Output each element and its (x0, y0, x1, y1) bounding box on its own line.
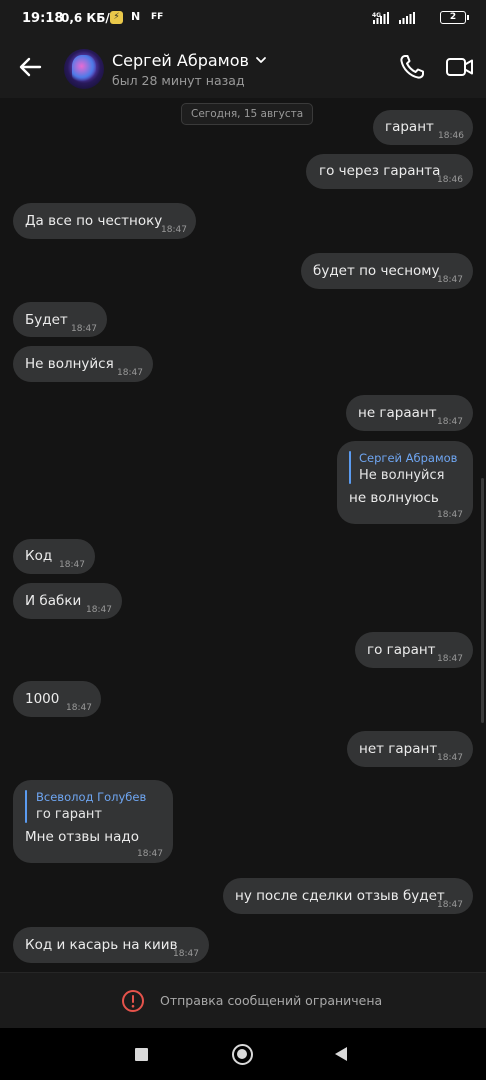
message-text: Код (25, 548, 53, 564)
message-incoming[interactable]: И бабки 18:47 (13, 583, 122, 619)
message-time: 18:47 (437, 753, 463, 763)
message-text: гарант (385, 119, 434, 135)
recents-square-icon[interactable] (135, 1048, 148, 1061)
message-time: 18:47 (437, 417, 463, 427)
battery-icon: 2 (440, 11, 469, 24)
message-outgoing-reply[interactable]: Сергей Абрамов Не волнуйся не волнуюсь 1… (337, 441, 473, 524)
video-camera-icon[interactable] (444, 52, 476, 82)
message-time: 18:47 (71, 324, 97, 334)
message-text: нет гарант (359, 741, 438, 757)
message-outgoing[interactable]: не гараант 18:47 (346, 395, 473, 431)
date-separator: Сегодня, 15 августа (181, 103, 314, 125)
message-outgoing[interactable]: нет гарант 18:47 (347, 731, 473, 767)
message-text: Да все по честноку (25, 213, 163, 229)
message-incoming[interactable]: Код 18:47 (13, 539, 95, 574)
system-nav-bar (0, 1028, 486, 1080)
reply-quoted-text: Не волнуйся (359, 468, 445, 483)
message-text: 1000 (25, 691, 60, 707)
message-text: будет по чесному (313, 263, 440, 279)
home-circle-icon[interactable] (232, 1044, 253, 1065)
message-time: 18:47 (117, 368, 143, 378)
signal-icon: 4G (372, 12, 415, 24)
contact-last-seen: был 28 минут назад (112, 73, 245, 88)
message-time: 18:47 (173, 949, 199, 959)
message-time: 18:47 (161, 225, 187, 235)
message-outgoing[interactable]: будет по чесному 18:47 (301, 253, 473, 289)
status-speed: 0,6 КБ/с (61, 11, 117, 25)
reply-author: Сергей Абрамов (359, 451, 458, 465)
message-text: Не волнуйся (25, 356, 114, 372)
message-time: 18:47 (86, 605, 112, 615)
notification-bolt-icon: ⚡ (110, 11, 123, 24)
reply-accent-bar (25, 790, 27, 823)
signal-type-label: 4G (372, 12, 381, 19)
message-time: 18:47 (59, 560, 85, 570)
message-text: го гарант (367, 642, 436, 658)
message-outgoing[interactable]: гарант 18:46 (373, 110, 473, 145)
message-text: Мне отзвы надо (25, 829, 139, 845)
message-time: 18:46 (437, 175, 463, 185)
message-incoming[interactable]: Будет 18:47 (13, 302, 107, 337)
reply-quoted-text: го гарант (36, 807, 103, 822)
message-text: ну после сделки отзыв будет (235, 888, 445, 904)
messaging-restricted-bar: Отправка сообщений ограничена (0, 972, 486, 1028)
notification-ff-icon: FF (151, 12, 164, 22)
back-triangle-icon[interactable] (335, 1047, 347, 1061)
message-text: И бабки (25, 593, 82, 609)
chat-header: Сергей Абрамов был 28 минут назад (0, 36, 486, 98)
scrollbar-thumb[interactable] (481, 478, 484, 723)
status-bar: 19:18 0,6 КБ/с ⚡ N FF 4G 2 (0, 0, 486, 36)
message-incoming-reply[interactable]: Всеволод Голубев го гарант Мне отзвы над… (13, 780, 173, 863)
message-incoming[interactable]: Код и касарь на киив 18:47 (13, 927, 209, 963)
status-time: 19:18 (22, 11, 64, 26)
message-time: 18:47 (437, 900, 463, 910)
message-text: го через гаранта (319, 163, 441, 179)
message-text: Код и касарь на киив (25, 937, 178, 953)
message-incoming[interactable]: Да все по честноку 18:47 (13, 203, 196, 239)
message-text: Будет (25, 312, 68, 328)
message-time: 18:46 (438, 131, 464, 141)
message-outgoing[interactable]: го через гаранта 18:46 (306, 154, 473, 189)
avatar[interactable] (64, 49, 104, 89)
reply-accent-bar (349, 451, 351, 484)
message-outgoing[interactable]: го гарант 18:47 (355, 632, 473, 668)
chevron-down-icon[interactable] (255, 55, 267, 65)
message-outgoing[interactable]: ну после сделки отзыв будет 18:47 (223, 878, 473, 914)
message-time: 18:47 (437, 510, 463, 520)
message-time: 18:47 (437, 275, 463, 285)
message-incoming[interactable]: Не волнуйся 18:47 (13, 346, 153, 382)
restricted-message-text: Отправка сообщений ограничена (160, 993, 383, 1008)
message-text: не волнуюсь (349, 490, 439, 506)
message-time: 18:47 (437, 654, 463, 664)
message-text: не гараант (358, 405, 437, 421)
phone-icon[interactable] (397, 52, 427, 82)
back-arrow-icon[interactable] (14, 50, 48, 84)
chat-messages[interactable]: Сегодня, 15 августа гарант 18:46 го чере… (0, 98, 486, 972)
reply-author: Всеволод Голубев (36, 790, 147, 804)
message-time: 18:47 (66, 703, 92, 713)
message-incoming[interactable]: 1000 18:47 (13, 681, 101, 717)
message-time: 18:47 (137, 849, 163, 859)
warning-icon (122, 990, 144, 1012)
notification-n-icon: N (131, 10, 141, 23)
contact-name[interactable]: Сергей Абрамов (112, 51, 249, 70)
